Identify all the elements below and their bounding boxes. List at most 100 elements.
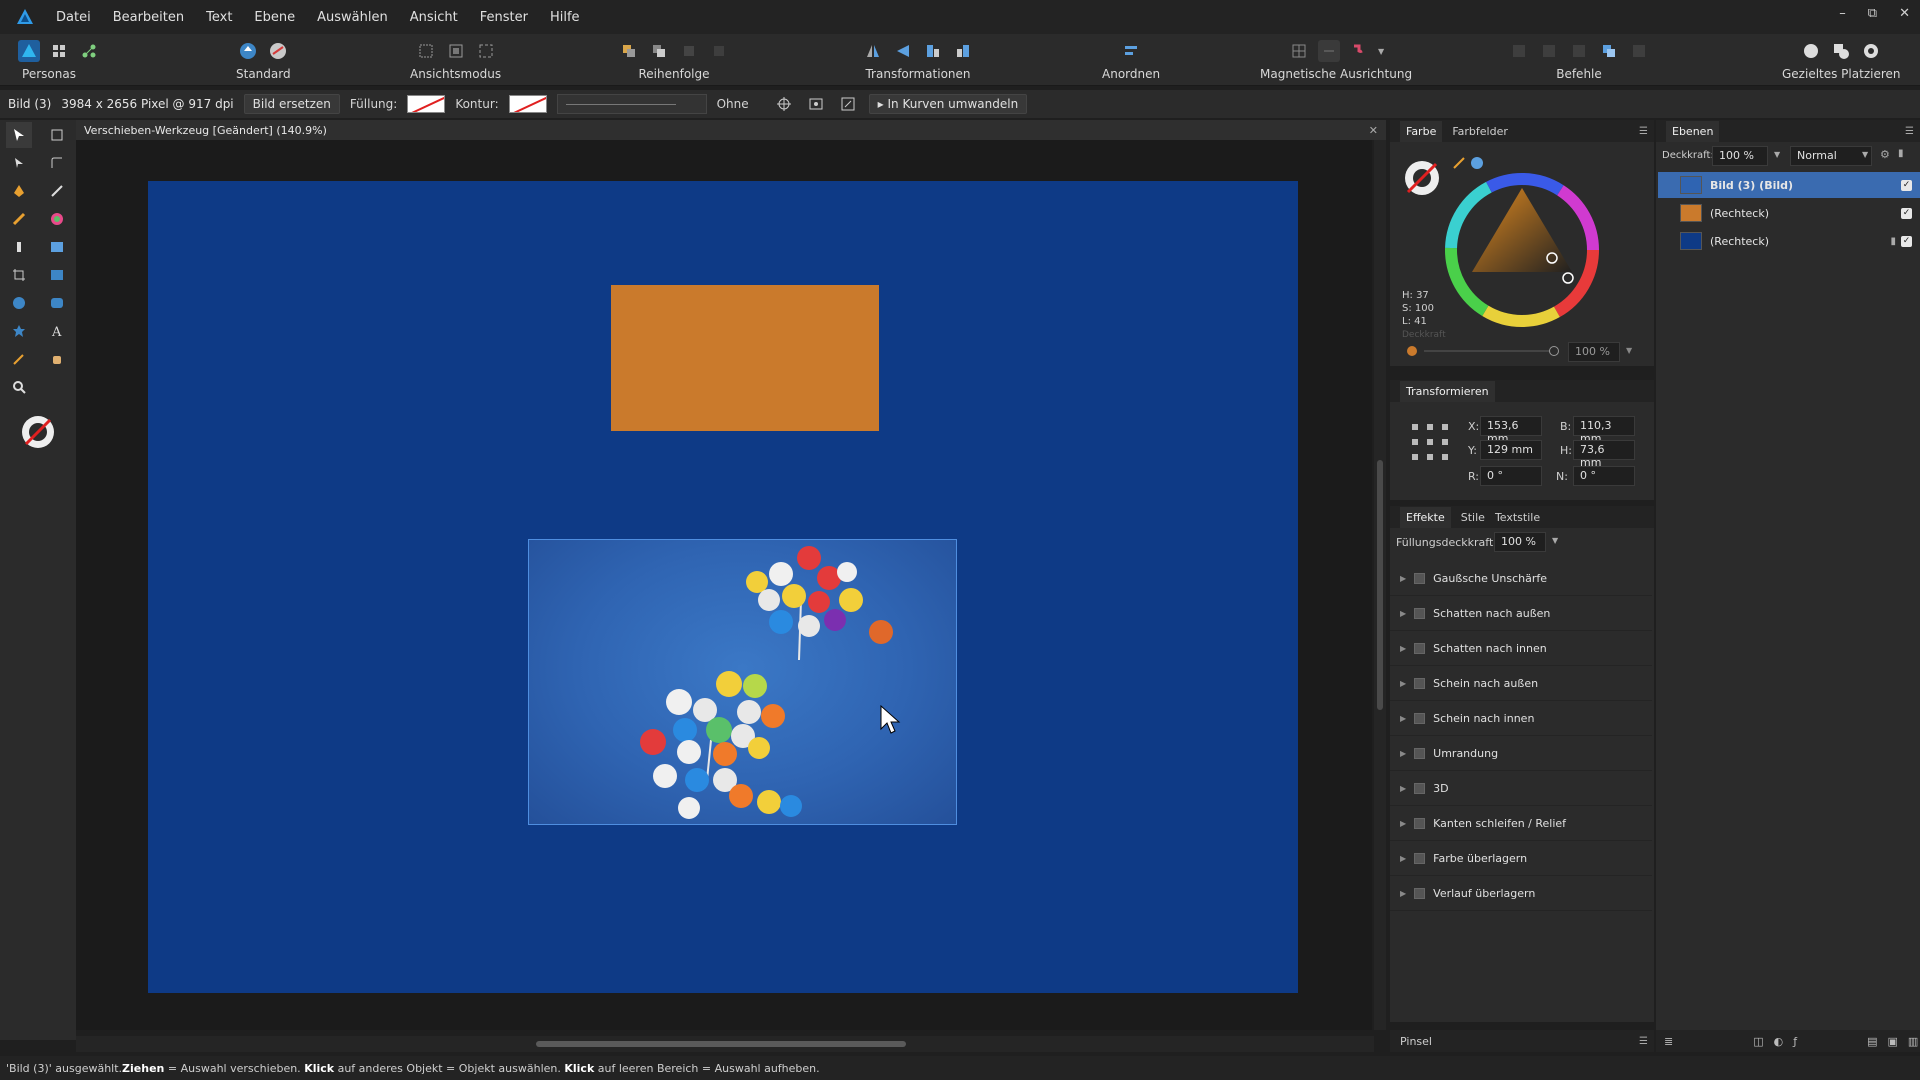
menu-ebene[interactable]: Ebene xyxy=(254,10,295,25)
effect-inner-shadow[interactable]: ▶ Schatten nach innen xyxy=(1390,632,1652,666)
view-mode-2-icon[interactable] xyxy=(445,40,467,62)
document-tab[interactable]: Verschieben-Werkzeug [Geändert] (140.9%)… xyxy=(76,120,1386,140)
shape-tools-icon[interactable] xyxy=(6,318,32,344)
x-input[interactable]: 153,6 mm xyxy=(1480,416,1542,445)
vector-brush-tool-icon[interactable] xyxy=(6,206,32,232)
layer-visibility-checkbox[interactable]: ✓ xyxy=(1901,235,1912,247)
effect-checkbox[interactable] xyxy=(1414,748,1426,759)
menu-datei[interactable]: Datei xyxy=(56,10,91,25)
menu-auswaehlen[interactable]: Auswählen xyxy=(317,10,388,25)
pixel-persona-icon[interactable] xyxy=(48,40,70,62)
brush-panel-menu-icon[interactable]: ☰ xyxy=(1639,1036,1648,1047)
node-tool-icon[interactable] xyxy=(6,150,32,176)
expand-icon[interactable]: ▶ xyxy=(1400,644,1406,653)
boolean-add-icon[interactable] xyxy=(1508,40,1530,62)
stroke-swatch[interactable] xyxy=(508,95,547,113)
layer-lock-icon[interactable]: ▮ xyxy=(1898,148,1904,159)
opacity-input[interactable]: 100 % xyxy=(1568,342,1620,362)
app-logo-icon[interactable] xyxy=(10,2,40,32)
expand-icon[interactable]: ▶ xyxy=(1400,784,1406,793)
layer-settings-icon[interactable]: ⚙ xyxy=(1880,148,1890,161)
blend-mode-select[interactable]: Normal xyxy=(1790,146,1872,166)
expand-icon[interactable]: ▶ xyxy=(1400,574,1406,583)
close-document-icon[interactable]: ✕ xyxy=(1369,124,1378,137)
eyedropper-icon[interactable] xyxy=(1452,156,1466,170)
text-tool-icon[interactable]: A xyxy=(44,318,70,344)
rotation-input[interactable]: 0 ° xyxy=(1480,466,1542,486)
opacity-slider[interactable] xyxy=(1424,350,1550,352)
fill-opacity-dropdown-icon[interactable]: ▼ xyxy=(1552,536,1558,545)
vertical-scroll-thumb[interactable] xyxy=(1377,460,1383,710)
flip-horizontal-icon[interactable] xyxy=(862,40,884,62)
boolean-divide-icon[interactable] xyxy=(1628,40,1650,62)
effect-checkbox[interactable] xyxy=(1414,853,1426,864)
duplicate-layer-icon[interactable]: ▣ xyxy=(1888,1035,1898,1048)
tab-farbe[interactable]: Farbe xyxy=(1400,120,1443,142)
adjustment-layer-icon[interactable]: ◐ xyxy=(1774,1035,1784,1048)
effect-gaussian-blur[interactable]: ▶ Gaußsche Unschärfe xyxy=(1390,562,1652,596)
vertical-scrollbar[interactable] xyxy=(1374,140,1386,1030)
layer-row-rechteck-orange[interactable]: (Rechteck) ✓ xyxy=(1658,200,1920,226)
transparency-tool-icon[interactable] xyxy=(6,234,32,260)
add-pixel-layer-icon[interactable]: ▤ xyxy=(1867,1035,1877,1048)
crop-image-icon[interactable] xyxy=(805,93,827,115)
snapping-dropdown-icon[interactable]: ▼ xyxy=(1378,47,1384,56)
snapping-options-icon[interactable] xyxy=(1317,40,1340,62)
color-picker-tool-icon[interactable] xyxy=(6,346,32,372)
effect-checkbox[interactable] xyxy=(1414,888,1426,899)
insert-behind-icon[interactable] xyxy=(1800,40,1822,62)
magnet-icon[interactable] xyxy=(1348,40,1370,62)
opacity-slider-handle[interactable] xyxy=(1548,345,1560,357)
effect-outer-shadow[interactable]: ▶ Schatten nach außen xyxy=(1390,597,1652,631)
fill-stroke-swatch-icon[interactable] xyxy=(18,412,58,452)
effect-color-overlay[interactable]: ▶ Farbe überlagern xyxy=(1390,842,1652,876)
transform-origin-icon[interactable] xyxy=(773,93,795,115)
color-wheel[interactable] xyxy=(1442,170,1602,330)
effect-checkbox[interactable] xyxy=(1414,678,1426,689)
layer-row-bild[interactable]: Bild (3) (Bild) ✓ xyxy=(1658,172,1920,198)
balloons-image[interactable] xyxy=(528,539,957,825)
effect-checkbox[interactable] xyxy=(1414,573,1426,584)
move-tool-icon[interactable] xyxy=(6,122,32,148)
fill-swatch[interactable] xyxy=(407,95,446,113)
panel-menu-icon[interactable]: ☰ xyxy=(1639,126,1648,137)
layers-stack-icon[interactable]: ≣ xyxy=(1664,1035,1673,1048)
horizontal-scroll-thumb[interactable] xyxy=(536,1041,906,1047)
stroke-width-slider[interactable] xyxy=(556,94,707,114)
crop-tool-icon[interactable] xyxy=(6,262,32,288)
boolean-subtract-icon[interactable] xyxy=(1538,40,1560,62)
tab-effekte[interactable]: Effekte xyxy=(1400,506,1451,528)
pencil-tool-icon[interactable] xyxy=(44,178,70,204)
layers-panel-menu-icon[interactable]: ☰ xyxy=(1905,126,1914,137)
expand-icon[interactable]: ▶ xyxy=(1400,609,1406,618)
fill-tool-icon[interactable] xyxy=(44,206,70,232)
effect-outer-glow[interactable]: ▶ Schein nach außen xyxy=(1390,667,1652,701)
boolean-combine-icon[interactable] xyxy=(1598,40,1620,62)
fill-stroke-indicator-icon[interactable] xyxy=(1402,158,1442,198)
effect-bevel-emboss[interactable]: ▶ Kanten schleifen / Relief xyxy=(1390,807,1652,841)
tab-farbfelder[interactable]: Farbfelder xyxy=(1452,125,1508,138)
bring-forward-icon[interactable] xyxy=(648,40,670,62)
layer-visibility-checkbox[interactable]: ✓ xyxy=(1901,207,1912,219)
expand-icon[interactable]: ▶ xyxy=(1400,679,1406,688)
fill-opacity-input[interactable]: 100 % xyxy=(1494,532,1546,552)
rotate-left-icon[interactable] xyxy=(922,40,944,62)
designer-persona-icon[interactable] xyxy=(18,40,40,62)
width-input[interactable]: 110,3 mm xyxy=(1573,416,1635,445)
convert-to-curves-button[interactable]: ▸ In Kurven umwandeln xyxy=(868,94,1028,114)
restore-button[interactable]: ⧉ xyxy=(1868,6,1877,21)
export-persona-icon[interactable] xyxy=(78,40,100,62)
mask-layer-icon[interactable]: ◫ xyxy=(1753,1035,1763,1048)
artboard-tool-icon[interactable] xyxy=(44,122,70,148)
boolean-intersect-icon[interactable] xyxy=(1568,40,1590,62)
effect-checkbox[interactable] xyxy=(1414,783,1426,794)
opacity-dropdown-icon[interactable]: ▼ xyxy=(1626,346,1632,355)
cloud-upload-icon[interactable] xyxy=(237,40,259,62)
orange-rectangle[interactable] xyxy=(611,285,879,431)
menu-ansicht[interactable]: Ansicht xyxy=(410,10,458,25)
delete-layer-icon[interactable]: ▥ xyxy=(1908,1035,1918,1048)
layer-row-rechteck-blue[interactable]: (Rechteck) ▮ ✓ xyxy=(1658,228,1920,254)
rectangle-tool-icon[interactable] xyxy=(44,262,70,288)
zoom-tool-icon[interactable] xyxy=(6,374,32,400)
edit-image-icon[interactable] xyxy=(837,93,859,115)
